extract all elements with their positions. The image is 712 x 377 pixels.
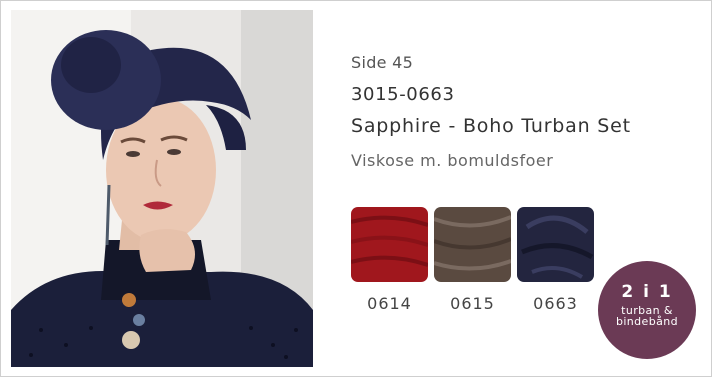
swatch-0663[interactable] bbox=[517, 207, 594, 282]
product-sku: 3015-0663 bbox=[351, 84, 455, 105]
swatch-label-0663: 0663 bbox=[533, 294, 578, 313]
product-photo bbox=[11, 10, 313, 367]
badge-main-text: 2 i 1 bbox=[621, 282, 673, 302]
swatch-0614[interactable] bbox=[351, 207, 428, 282]
page-reference: Side 45 bbox=[351, 53, 414, 72]
product-material: Viskose m. bomuldsfoer bbox=[351, 151, 554, 170]
two-in-one-badge: 2 i 1 turban & bindebånd bbox=[598, 261, 696, 359]
product-card: Side 45 3015-0663 Sapphire - Boho Turban… bbox=[0, 0, 712, 377]
swatch-label-0615: 0615 bbox=[450, 294, 495, 313]
badge-subtext-line2: bindebånd bbox=[615, 315, 679, 328]
swatch-0615[interactable] bbox=[434, 207, 511, 282]
swatch-label-0614: 0614 bbox=[367, 294, 412, 313]
product-info: Side 45 3015-0663 Sapphire - Boho Turban… bbox=[351, 53, 631, 170]
product-title: Sapphire - Boho Turban Set bbox=[351, 115, 631, 137]
